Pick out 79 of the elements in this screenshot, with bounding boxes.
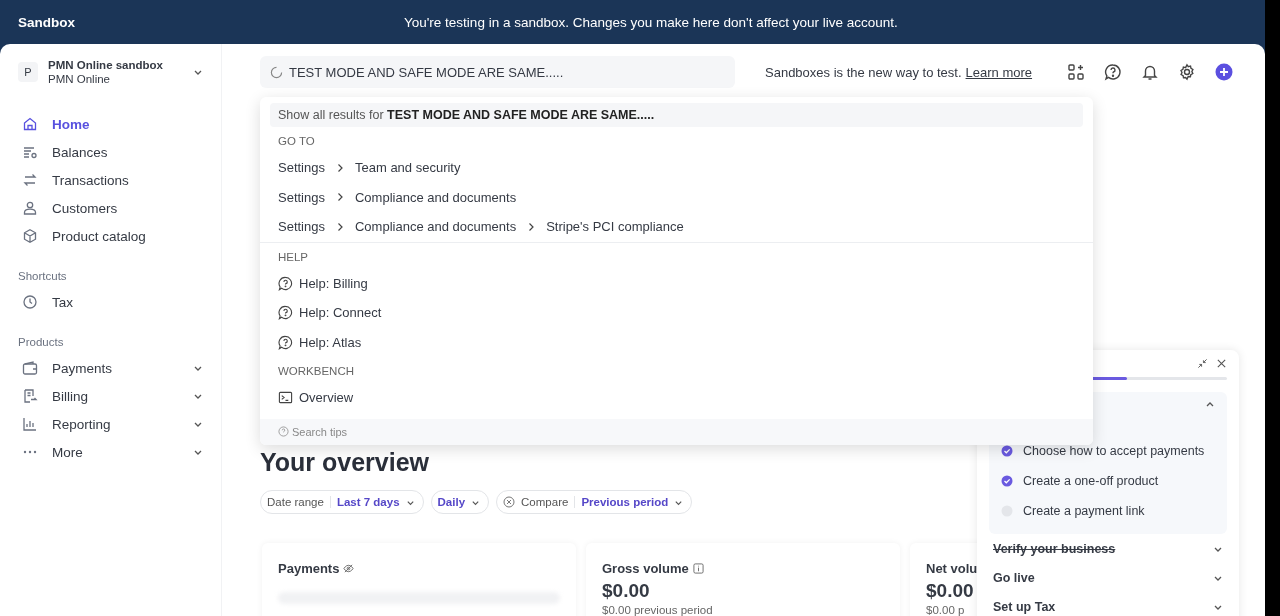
home-icon [22, 116, 38, 132]
wallet-icon [22, 360, 38, 376]
results-heading: HELP [278, 249, 310, 265]
result-item[interactable]: Settings Compliance and documents Stripe's PCI compliance [278, 212, 1075, 242]
chevron-right-icon [335, 192, 345, 203]
result-item[interactable]: Help: Connect [278, 298, 1075, 328]
section-heading: Products [18, 336, 65, 348]
search-field[interactable]: TEST MODE AND SAFE MODE ARE SAME..... [260, 56, 735, 88]
clock-icon [22, 294, 38, 310]
section-heading: Shortcuts [18, 270, 68, 282]
results-heading: GO TO [278, 134, 316, 149]
filter-label: Date range [267, 496, 331, 508]
task-item[interactable]: Create a one-off product [1001, 466, 1215, 496]
arrows-icon [22, 172, 38, 188]
chevron-right-icon [335, 221, 345, 232]
card-comparison: $0.00 previous period [602, 604, 713, 616]
help-icon [278, 426, 289, 437]
account-avatar: P [18, 62, 38, 82]
nav-item[interactable]: Payments [18, 354, 203, 382]
overview-title: Your overview [260, 447, 430, 477]
info-icon [692, 563, 704, 574]
result-item[interactable]: Settings Compliance and documents [278, 182, 1075, 212]
eye-slash-icon [343, 563, 355, 574]
task-item[interactable]: Create a payment link [1001, 496, 1215, 526]
nav-item[interactable]: Billing [18, 382, 203, 410]
nav-item[interactable]: Reporting [18, 410, 203, 438]
nav-item[interactable]: Tax [18, 288, 203, 316]
result-item[interactable]: Help: Atlas [278, 327, 1075, 357]
setup-step[interactable]: Go live [989, 563, 1227, 592]
help-icon [278, 275, 293, 291]
sandbox-label: Sandbox [18, 14, 76, 30]
filter-label: Compare [521, 496, 576, 508]
nav-item[interactable]: Customers [18, 194, 203, 222]
receipt-icon [22, 388, 38, 404]
card-amount: $0.00 [602, 580, 650, 602]
settings-icon[interactable] [1178, 63, 1197, 81]
card-title: Net volu [926, 561, 978, 576]
card-comparison: $0.00 p [926, 604, 965, 616]
card-title: Gross volume [602, 561, 689, 576]
card-amount: $0.00 [926, 580, 974, 602]
list-icon [22, 144, 38, 160]
filter-value: Last 7 days [336, 496, 400, 508]
banner-message: You're testing in a sandbox. Changes you make here don't affect your live account. [404, 14, 898, 30]
account-switcher[interactable]: P PMN Online sandbox PMN Online [18, 56, 203, 88]
terminal-icon [278, 390, 293, 406]
card-title: Payments [278, 561, 340, 576]
apps-add-icon[interactable] [1067, 63, 1086, 81]
account-subtitle: PMN Online [48, 72, 111, 86]
chevron-right-icon [335, 162, 345, 173]
setup-step[interactable]: Set up Tax [989, 592, 1227, 616]
help-icon[interactable] [1104, 63, 1123, 81]
results-heading: WORKBENCH [278, 364, 356, 379]
setup-step[interactable]: Verify your business [989, 534, 1227, 563]
person-icon [22, 200, 38, 216]
filter-value: Daily [437, 496, 466, 508]
close-icon[interactable] [1216, 358, 1227, 369]
collapse-icon[interactable] [1197, 358, 1208, 369]
result-item[interactable]: Settings Team and security [278, 153, 1075, 183]
result-item[interactable]: Help: Billing [278, 268, 1075, 298]
help-icon [278, 305, 293, 321]
learn-more-link[interactable]: Learn more [965, 64, 1033, 80]
nav-item[interactable]: Product catalog [18, 222, 203, 250]
nav-item[interactable]: More [18, 438, 203, 466]
help-icon [278, 334, 293, 350]
box-icon [22, 228, 38, 244]
nav-item[interactable]: Balances [18, 138, 203, 166]
show-all-results[interactable]: Show all results for TEST MODE AND SAFE MODE ARE SAME..... [270, 103, 1083, 127]
result-item[interactable]: Overview [278, 383, 1075, 413]
nav-item[interactable]: Transactions [18, 166, 203, 194]
remove-icon[interactable] [503, 496, 516, 508]
filter-value: Previous period [581, 496, 669, 508]
sandbox-note: Sandboxes is the new way to test. [765, 64, 962, 80]
notifications-icon[interactable] [1141, 63, 1160, 81]
spinner-icon [270, 65, 283, 79]
account-name: PMN Online sandbox [48, 58, 164, 72]
create-icon[interactable] [1215, 63, 1234, 81]
nav-item[interactable]: Home [18, 110, 203, 138]
search-tips[interactable]: Search tips [260, 418, 1093, 445]
bar-chart-icon [22, 416, 38, 432]
